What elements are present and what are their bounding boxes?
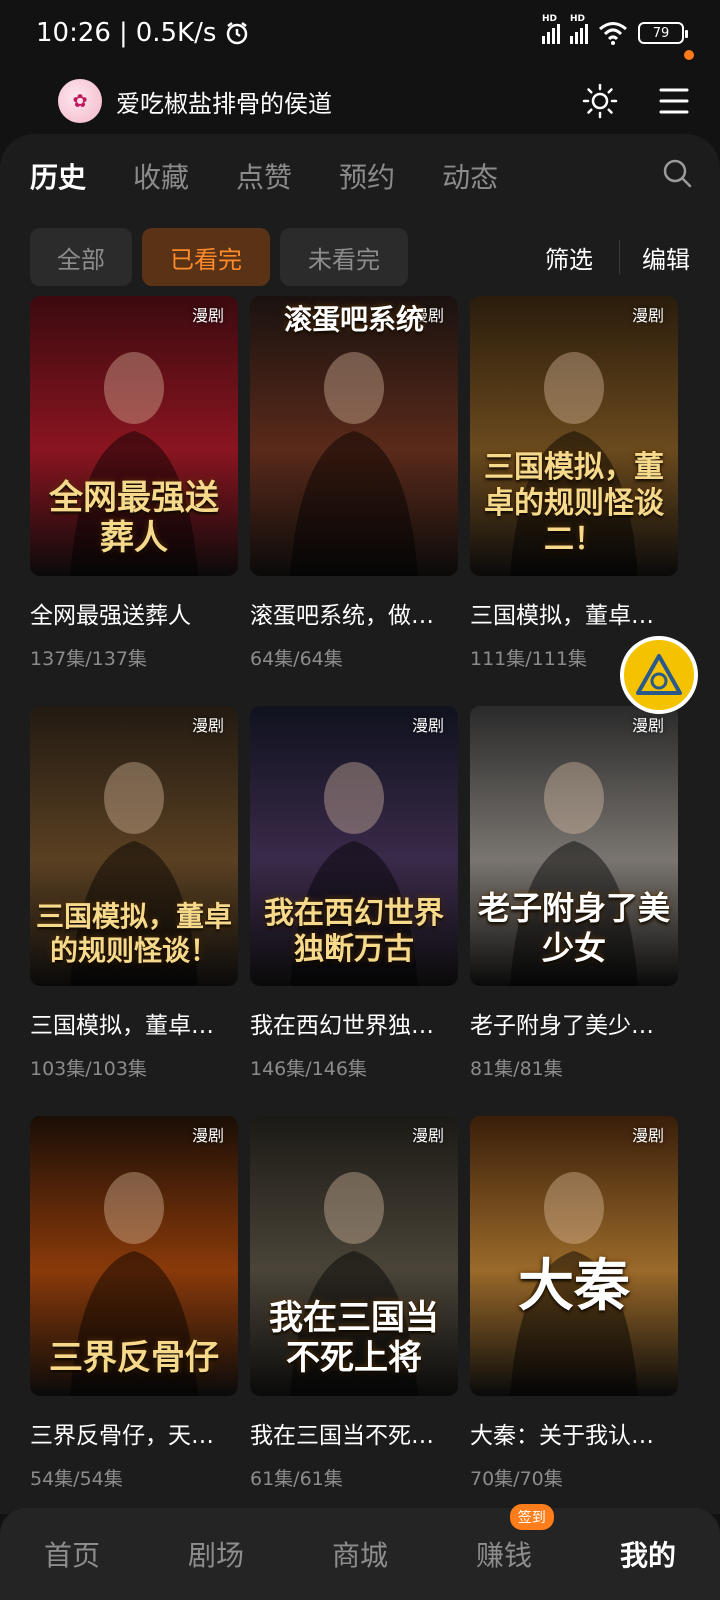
history-panel: 历史 收藏 点赞 预约 动态 全部 已看完 未看完 筛选 编辑 漫剧 全网最强送… bbox=[0, 134, 720, 1514]
cover-text: 三界反骨仔 bbox=[49, 1338, 219, 1378]
drama-card[interactable]: 漫剧 我在西幻世界独断万古 我在西幻世界独… 146集/146集 bbox=[250, 706, 458, 1081]
battery-icon: 79 bbox=[638, 22, 688, 44]
drama-title: 我在西幻世界独… bbox=[250, 1013, 434, 1039]
tab-reservations[interactable]: 预约 bbox=[339, 156, 395, 196]
tab-favorites[interactable]: 收藏 bbox=[133, 156, 189, 196]
drama-card[interactable]: 漫剧 全网最强送葬人 全网最强送葬人 137集/137集 bbox=[30, 296, 238, 671]
edit-button[interactable]: 编辑 bbox=[642, 240, 690, 275]
drama-card[interactable]: 漫剧 三界反骨仔 三界反骨仔，天… 54集/54集 bbox=[30, 1116, 238, 1491]
episode-count: 103集/103集 bbox=[30, 1058, 147, 1080]
cover-image: 漫剧 三界反骨仔 bbox=[30, 1116, 238, 1396]
drama-card[interactable]: 漫剧 我在三国当不死上将 我在三国当不死… 61集/61集 bbox=[250, 1116, 458, 1491]
type-tag: 漫剧 bbox=[631, 716, 664, 735]
episode-count: 137集/137集 bbox=[30, 648, 147, 670]
status-bar: 10:26 | 0.5K/s HD HD 79 bbox=[0, 0, 720, 66]
wifi-icon bbox=[599, 22, 627, 45]
type-tag: 漫剧 bbox=[631, 306, 664, 325]
checkin-badge: 签到 bbox=[509, 1504, 554, 1530]
cover-art bbox=[250, 296, 458, 576]
username: 爱吃椒盐排骨的侯道 bbox=[116, 89, 332, 118]
cover-text: 滚蛋吧系统 bbox=[283, 303, 424, 336]
drama-card[interactable]: 漫剧 三国模拟，董卓的规则怪谈二！ 三国模拟，董卓… 111集/111集 bbox=[470, 296, 678, 671]
drama-title: 全网最强送葬人 bbox=[30, 603, 191, 629]
drama-card[interactable]: 漫剧 大秦 大秦：关于我认… 70集/70集 bbox=[470, 1116, 678, 1491]
nav-theater-label: 剧场 bbox=[187, 1539, 244, 1572]
brightness-icon[interactable] bbox=[582, 83, 618, 119]
nav-home[interactable]: 首页 bbox=[0, 1534, 144, 1574]
filter-button[interactable]: 筛选 bbox=[545, 240, 593, 275]
type-tag: 漫剧 bbox=[191, 306, 224, 325]
alarm-icon bbox=[227, 22, 248, 45]
drama-card[interactable]: 漫剧 三国模拟，董卓的规则怪谈！ 三国模拟，董卓… 103集/103集 bbox=[30, 706, 238, 1081]
episode-count: 81集/81集 bbox=[470, 1058, 563, 1080]
nav-theater[interactable]: 剧场 bbox=[144, 1534, 288, 1574]
cover-image: 漫剧 三国模拟，董卓的规则怪谈二！ bbox=[470, 296, 678, 576]
cover-image: 漫剧 三国模拟，董卓的规则怪谈！ bbox=[30, 706, 238, 986]
cover-text: 老子附身了美少女 bbox=[477, 889, 670, 967]
nav-earn-label: 赚钱 bbox=[475, 1539, 532, 1572]
divider bbox=[619, 240, 620, 274]
drama-title: 三界反骨仔，天… bbox=[30, 1423, 214, 1449]
drama-title: 三国模拟，董卓… bbox=[470, 603, 654, 629]
chip-unwatched[interactable]: 未看完 bbox=[280, 228, 408, 286]
notification-dot bbox=[684, 50, 694, 60]
drama-title: 我在三国当不死… bbox=[250, 1423, 434, 1449]
signal-icon-2: HD bbox=[570, 14, 588, 44]
menu-icon[interactable] bbox=[658, 86, 690, 116]
search-icon[interactable] bbox=[662, 158, 692, 188]
status-time: 10:26 bbox=[36, 18, 111, 48]
nav-mall-label: 商城 bbox=[331, 1539, 388, 1572]
tab-history[interactable]: 历史 bbox=[30, 156, 86, 196]
cover-text: 我在三国当不死上将 bbox=[269, 1298, 439, 1378]
episode-count: 146集/146集 bbox=[250, 1058, 367, 1080]
avatar[interactable]: ✿ bbox=[58, 79, 102, 123]
type-tag: 漫剧 bbox=[191, 716, 224, 735]
cover-text: 全网最强送葬人 bbox=[49, 478, 219, 558]
type-tag: 漫剧 bbox=[411, 716, 444, 735]
battery-level: 79 bbox=[652, 25, 670, 41]
cover-image: 漫剧 大秦 bbox=[470, 1116, 678, 1396]
signal-icon: HD bbox=[542, 14, 560, 44]
nav-earn[interactable]: 赚钱 签到 bbox=[432, 1504, 576, 1574]
cover-text: 大秦 bbox=[518, 1253, 630, 1319]
tab-activity[interactable]: 动态 bbox=[442, 156, 498, 196]
type-tag: 漫剧 bbox=[411, 1126, 444, 1145]
cover-image: 漫剧 我在三国当不死上将 bbox=[250, 1116, 458, 1396]
cover-image: 漫剧 滚蛋吧系统 bbox=[250, 296, 458, 576]
nav-mine-label: 我的 bbox=[619, 1539, 676, 1572]
filter-chips: 全部 已看完 未看完 bbox=[30, 228, 408, 286]
nav-mine[interactable]: 我的 bbox=[576, 1534, 720, 1574]
bottom-navigation: 首页 剧场 商城 赚钱 签到 我的 bbox=[0, 1504, 720, 1600]
network-speed: 0.5K/s bbox=[135, 18, 217, 48]
episode-count: 70集/70集 bbox=[470, 1468, 563, 1490]
cover-image: 漫剧 老子附身了美少女 bbox=[470, 706, 678, 986]
drama-title: 滚蛋吧系统，做… bbox=[250, 603, 434, 629]
triangle-logo-icon bbox=[636, 654, 682, 695]
nav-home-label: 首页 bbox=[43, 1539, 100, 1572]
profile-header: ✿ 爱吃椒盐排骨的侯道 bbox=[0, 66, 720, 136]
tab-likes[interactable]: 点赞 bbox=[236, 156, 292, 196]
floating-reward-button[interactable] bbox=[620, 636, 698, 714]
drama-card[interactable]: 漫剧 滚蛋吧系统 滚蛋吧系统，做… 64集/64集 bbox=[250, 296, 458, 671]
episode-count: 64集/64集 bbox=[250, 648, 343, 670]
cover-image: 漫剧 我在西幻世界独断万古 bbox=[250, 706, 458, 986]
drama-title: 老子附身了美少… bbox=[470, 1013, 654, 1039]
drama-card[interactable]: 漫剧 老子附身了美少女 老子附身了美少… 81集/81集 bbox=[470, 706, 678, 1081]
tab-bar: 历史 收藏 点赞 预约 动态 bbox=[30, 156, 498, 196]
type-tag: 漫剧 bbox=[191, 1126, 224, 1145]
cover-text: 三国模拟，董卓的规则怪谈！ bbox=[36, 900, 233, 967]
episode-count: 61集/61集 bbox=[250, 1468, 343, 1490]
episode-count: 54集/54集 bbox=[30, 1468, 123, 1490]
cover-text: 我在西幻世界独断万古 bbox=[264, 896, 444, 967]
chip-all[interactable]: 全部 bbox=[30, 228, 132, 286]
type-tag: 漫剧 bbox=[631, 1126, 664, 1145]
chip-watched[interactable]: 已看完 bbox=[142, 228, 270, 286]
drama-title: 三国模拟，董卓… bbox=[30, 1013, 214, 1039]
drama-title: 大秦：关于我认… bbox=[470, 1423, 654, 1449]
cover-text: 三国模拟，董卓的规则怪谈二！ bbox=[484, 450, 664, 557]
nav-mall[interactable]: 商城 bbox=[288, 1534, 432, 1574]
cover-image: 漫剧 全网最强送葬人 bbox=[30, 296, 238, 576]
